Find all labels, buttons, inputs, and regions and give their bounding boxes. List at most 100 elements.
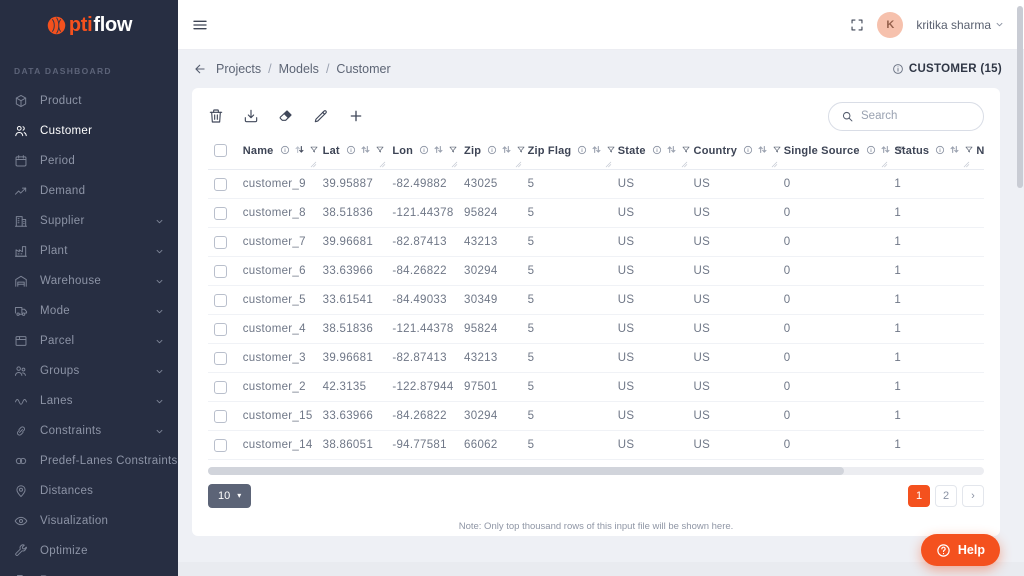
cell-note [972,199,984,228]
sidebar-item-groups[interactable]: Groups [0,356,178,386]
vertical-scrollbar-thumb[interactable] [1017,6,1023,188]
sidebar-item-mode[interactable]: Mode [0,296,178,326]
column-header-zip[interactable]: Zip [460,138,524,170]
sidebar-item-constraints[interactable]: Constraints [0,416,178,446]
row-checkbox[interactable] [214,207,227,220]
logo[interactable]: ptiflow [0,0,178,50]
back-arrow-icon[interactable] [193,62,207,76]
avatar[interactable]: K [877,12,903,38]
sort-icon[interactable] [433,144,444,155]
cell-status: 1 [890,431,972,460]
column-resize-handle[interactable] [379,161,386,168]
sort-icon[interactable] [949,144,960,155]
sidebar-item-warehouse[interactable]: Warehouse [0,266,178,296]
select-all-checkbox[interactable] [214,144,227,157]
sidebar-item-demand[interactable]: Demand [0,176,178,206]
info-icon[interactable] [892,63,904,75]
breadcrumb-item-customer[interactable]: Customer [336,62,390,76]
column-resize-handle[interactable] [605,161,612,168]
sort-icon[interactable] [591,144,602,155]
column-header-single-source[interactable]: Single Source [780,138,891,170]
eraser-icon[interactable] [278,108,294,124]
info-icon[interactable] [935,145,945,155]
sidebar-item-product[interactable]: Product [0,86,178,116]
column-header-zip-flag[interactable]: Zip Flag [524,138,614,170]
horizontal-scrollbar-thumb[interactable] [208,467,844,475]
info-icon[interactable] [577,145,587,155]
info-icon[interactable] [487,145,497,155]
row-checkbox[interactable] [214,381,227,394]
sort-icon[interactable] [666,144,677,155]
column-header-name[interactable]: Name [239,138,319,170]
sidebar-item-lanes[interactable]: Lanes [0,386,178,416]
sidebar-item-optimize[interactable]: Optimize [0,536,178,566]
page-button-2[interactable]: 2 [935,485,957,507]
breadcrumb-item-models[interactable]: Models [279,62,319,76]
info-icon[interactable] [866,145,876,155]
cell-note [972,228,984,257]
row-checkbox[interactable] [214,294,227,307]
menu-icon[interactable] [192,17,208,33]
column-header-state[interactable]: State [614,138,690,170]
column-resize-handle[interactable] [881,161,888,168]
breadcrumb-item-projects[interactable]: Projects [216,62,261,76]
filter-icon[interactable] [375,145,385,155]
user-menu[interactable]: kritika sharma [916,18,1004,32]
sidebar-item-supplier[interactable]: Supplier [0,206,178,236]
row-checkbox[interactable] [214,410,227,423]
sidebar-item-plant[interactable]: Plant [0,236,178,266]
filter-icon[interactable] [309,145,319,155]
fullscreen-icon[interactable] [850,18,864,32]
row-checkbox[interactable] [214,352,227,365]
page-size-dropdown[interactable]: 10 ▾ [208,484,251,508]
pencil-icon[interactable] [313,108,329,124]
question-icon [936,543,951,558]
column-resize-handle[interactable] [515,161,522,168]
plus-icon[interactable] [348,108,364,124]
search-input[interactable] [861,110,971,122]
info-icon[interactable] [652,145,662,155]
sidebar-item-report[interactable]: Report [0,566,178,576]
row-checkbox[interactable] [214,265,227,278]
sidebar-item-distances[interactable]: Distances [0,476,178,506]
sort-icon[interactable] [880,144,891,155]
column-header-country[interactable]: Country [690,138,780,170]
sort-icon[interactable] [501,144,512,155]
sidebar-item-customer[interactable]: Customer [0,116,178,146]
sort-icon[interactable] [757,144,768,155]
page-button-1[interactable]: 1 [908,485,930,507]
sidebar-item-period[interactable]: Period [0,146,178,176]
row-checkbox[interactable] [214,236,227,249]
trash-icon[interactable] [208,108,224,124]
sort-icon[interactable] [360,144,371,155]
column-resize-handle[interactable] [771,161,778,168]
info-icon[interactable] [346,145,356,155]
info-icon[interactable] [419,145,429,155]
column-header-lat[interactable]: Lat [319,138,389,170]
column-label: Name [243,145,274,157]
info-icon[interactable] [280,145,290,155]
cell-name: customer_15 [239,402,319,431]
row-checkbox[interactable] [214,178,227,191]
column-header-status[interactable]: Status [890,138,972,170]
cell-single-source: 0 [780,170,891,199]
column-resize-handle[interactable] [310,161,317,168]
sort-icon[interactable] [294,144,305,155]
sidebar-item-visualization[interactable]: Visualization [0,506,178,536]
next-page-button[interactable]: › [962,485,984,507]
sidebar-item-predef-lanes-constraints[interactable]: Predef-Lanes Constraints [0,446,178,476]
column-resize-handle[interactable] [963,161,970,168]
column-header-lon[interactable]: Lon [388,138,460,170]
filter-icon[interactable] [448,145,458,155]
sidebar-item-parcel[interactable]: Parcel [0,326,178,356]
row-checkbox[interactable] [214,323,227,336]
row-checkbox[interactable] [214,439,227,452]
column-resize-handle[interactable] [681,161,688,168]
column-header-note[interactable]: Note [972,138,984,170]
people-icon [14,124,28,138]
info-icon[interactable] [743,145,753,155]
download-icon[interactable] [243,108,259,124]
horizontal-scrollbar[interactable] [208,467,984,475]
column-resize-handle[interactable] [451,161,458,168]
help-button[interactable]: Help [921,534,1000,566]
